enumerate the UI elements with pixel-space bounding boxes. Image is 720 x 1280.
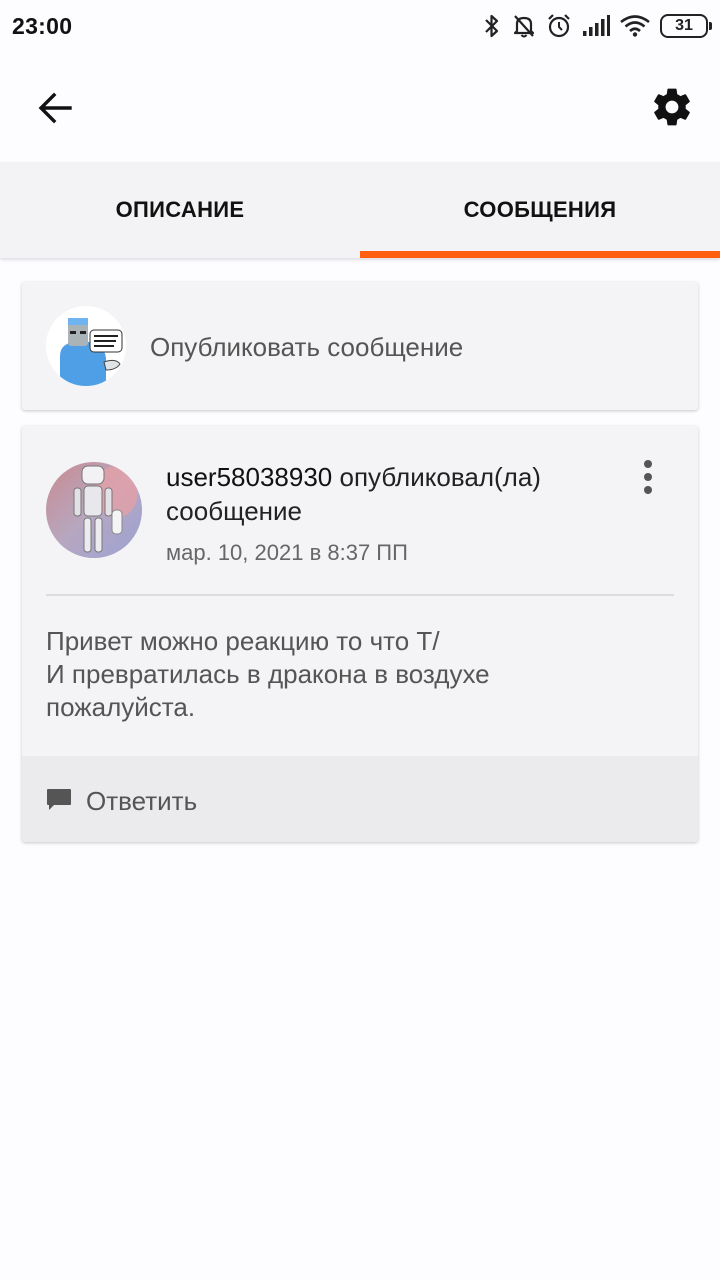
compose-message-card[interactable]: Опубликовать сообщение — [22, 282, 698, 410]
reply-label: Ответить — [86, 786, 198, 816]
compose-placeholder: Опубликовать сообщение — [150, 332, 464, 362]
notifications-off-icon — [512, 13, 536, 39]
status-icons: 31 — [482, 13, 712, 39]
message-line: И превратилась в дракона в воздухе — [46, 659, 490, 689]
author-avatar[interactable] — [46, 462, 142, 558]
tab-description-label: ОПИСАНИЕ — [115, 197, 245, 222]
status-bar: 23:00 31 — [0, 0, 720, 52]
battery-icon: 31 — [660, 14, 712, 38]
status-time: 23:00 — [12, 12, 73, 39]
arrow-back-icon[interactable] — [34, 86, 78, 130]
tab-description[interactable]: ОПИСАНИЕ — [0, 162, 360, 258]
more-vertical-icon[interactable] — [636, 458, 660, 496]
comment-icon — [46, 788, 72, 812]
app-toolbar — [0, 52, 720, 162]
signal-icon — [582, 15, 610, 37]
gear-icon[interactable] — [650, 85, 694, 129]
battery-level: 31 — [675, 17, 693, 34]
message-timestamp: мар. 10, 2021 в 8:37 ПП — [166, 540, 408, 565]
reply-button[interactable]: Ответить — [22, 756, 698, 842]
message-divider — [46, 594, 674, 596]
tab-messages-label: СООБЩЕНИЯ — [463, 197, 617, 222]
tab-active-indicator — [360, 251, 720, 258]
alarm-icon — [546, 13, 572, 39]
bluetooth-icon — [482, 13, 502, 39]
message-line: пожалуйста. — [46, 692, 196, 722]
message-header: user58038930 опубликовал(ла) сообщение — [166, 460, 606, 528]
message-card: user58038930 опубликовал(ла) сообщение м… — [22, 426, 698, 842]
tab-bar: ОПИСАНИЕ СООБЩЕНИЯ — [0, 162, 720, 258]
user-avatar — [46, 306, 126, 386]
wifi-icon — [620, 15, 650, 37]
tab-messages[interactable]: СООБЩЕНИЯ — [360, 162, 720, 258]
message-body: Привет можно реакцию то что Т/ И преврат… — [46, 625, 666, 724]
author-username[interactable]: user58038930 — [166, 462, 332, 492]
message-line: Привет можно реакцию то что Т/ — [46, 626, 440, 656]
